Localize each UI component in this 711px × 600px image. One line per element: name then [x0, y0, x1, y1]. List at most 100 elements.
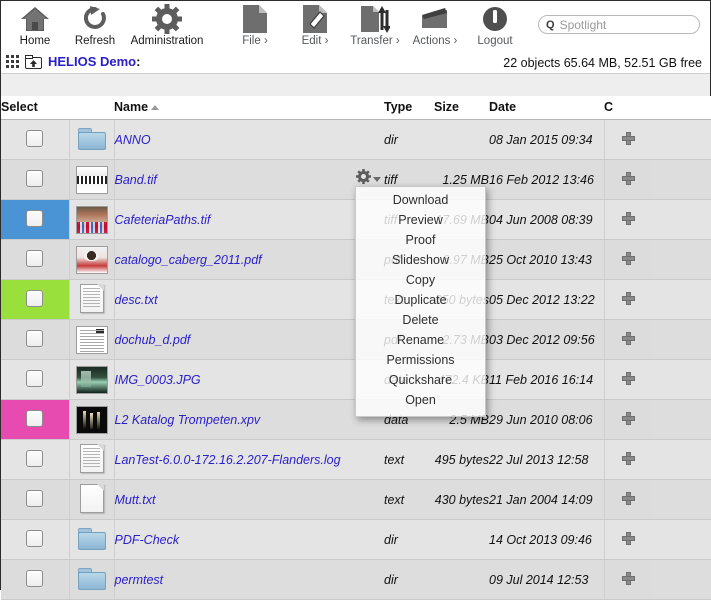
- row-name-cell[interactable]: ANNO: [114, 119, 384, 160]
- column-header-select[interactable]: Select: [1, 96, 69, 120]
- row-c-cell[interactable]: [603, 519, 652, 560]
- toolbar-button-home[interactable]: Home: [5, 1, 65, 47]
- file-name-link[interactable]: LanTest-6.0.0-172.16.2.207-Flanders.log: [115, 453, 341, 467]
- row-name-cell[interactable]: IMG_0003.JPG: [114, 359, 384, 400]
- add-plus-icon[interactable]: [621, 451, 635, 465]
- column-header-size[interactable]: Size: [434, 96, 489, 120]
- row-checkbox[interactable]: [26, 209, 44, 227]
- file-name-link[interactable]: Band.tif: [115, 173, 157, 187]
- breadcrumb-volume[interactable]: HELIOS Demo: [48, 54, 136, 69]
- row-select-cell[interactable]: [1, 319, 70, 360]
- row-checkbox[interactable]: [26, 569, 44, 587]
- row-c-cell[interactable]: [603, 319, 652, 360]
- add-plus-icon[interactable]: [621, 251, 635, 265]
- toolbar-button-transfer[interactable]: Transfer ›: [345, 1, 405, 47]
- row-name-cell[interactable]: Mutt.txt: [114, 479, 384, 520]
- toolbar-button-actions[interactable]: Actions ›: [405, 1, 465, 47]
- row-c-cell[interactable]: [603, 559, 652, 600]
- context-menu-item-copy[interactable]: Copy: [356, 271, 485, 291]
- file-name-link[interactable]: IMG_0003.JPG: [115, 373, 201, 387]
- file-name-link[interactable]: L2 Katalog Trompeten.xpv: [115, 413, 261, 427]
- row-checkbox[interactable]: [26, 369, 44, 387]
- row-name-cell[interactable]: CafeteriaPaths.tif: [114, 199, 384, 240]
- row-checkbox[interactable]: [26, 329, 44, 347]
- row-c-cell[interactable]: [603, 359, 652, 400]
- row-name-cell[interactable]: LanTest-6.0.0-172.16.2.207-Flanders.log: [114, 439, 384, 480]
- column-header-name[interactable]: Name: [114, 96, 384, 120]
- context-menu-item-slideshow[interactable]: Slideshow: [356, 251, 485, 271]
- row-name-cell[interactable]: permtest: [114, 559, 384, 600]
- toolbar-button-logout[interactable]: Logout: [465, 1, 525, 47]
- toolbar-button-administration[interactable]: Administration: [125, 1, 209, 47]
- row-select-cell[interactable]: [1, 399, 70, 440]
- file-name-link[interactable]: PDF-Check: [115, 533, 180, 547]
- toolbar-button-refresh[interactable]: Refresh: [65, 1, 125, 47]
- add-plus-icon[interactable]: [621, 491, 635, 505]
- file-name-link[interactable]: desc.txt: [115, 293, 158, 307]
- add-plus-icon[interactable]: [621, 331, 635, 345]
- row-select-cell[interactable]: [1, 279, 70, 320]
- row-name-cell[interactable]: L2 Katalog Trompeten.xpv: [114, 399, 384, 440]
- row-checkbox[interactable]: [26, 449, 44, 467]
- context-menu-item-rename[interactable]: Rename: [356, 331, 485, 351]
- column-header-type[interactable]: Type: [384, 96, 434, 120]
- row-checkbox[interactable]: [26, 529, 44, 547]
- row-checkbox[interactable]: [26, 489, 44, 507]
- context-menu-item-delete[interactable]: Delete: [356, 311, 485, 331]
- row-name-cell[interactable]: Band.tif: [114, 159, 384, 200]
- context-menu-item-proof[interactable]: Proof: [356, 231, 485, 251]
- file-name-link[interactable]: Mutt.txt: [115, 493, 156, 507]
- file-name-link[interactable]: CafeteriaPaths.tif: [115, 213, 211, 227]
- row-select-cell[interactable]: [1, 519, 70, 560]
- add-plus-icon[interactable]: [621, 291, 635, 305]
- row-select-cell[interactable]: [1, 559, 70, 600]
- toolbar-button-edit[interactable]: Edit ›: [285, 1, 345, 47]
- row-select-cell[interactable]: [1, 439, 70, 480]
- context-menu-item-duplicate[interactable]: Duplicate: [356, 291, 485, 311]
- file-name-link[interactable]: catalogo_caberg_2011.pdf: [115, 253, 262, 267]
- row-select-cell[interactable]: [1, 119, 70, 160]
- row-name-cell[interactable]: dochub_d.pdf: [114, 319, 384, 360]
- row-select-cell[interactable]: [1, 159, 70, 200]
- row-select-cell[interactable]: [1, 239, 70, 280]
- row-checkbox[interactable]: [26, 129, 44, 147]
- row-c-cell[interactable]: [603, 399, 652, 440]
- table-row[interactable]: PDF-Check dir 14 Oct 2013 09:46: [1, 519, 711, 560]
- context-menu-item-permissions[interactable]: Permissions: [356, 351, 485, 371]
- context-menu[interactable]: Download Preview Proof Slideshow Copy Duplica…: [355, 186, 486, 417]
- file-name-link[interactable]: ANNO: [115, 133, 151, 147]
- column-header-date[interactable]: Date: [489, 96, 604, 120]
- context-menu-item-download[interactable]: Download: [356, 191, 485, 211]
- row-checkbox[interactable]: [26, 289, 44, 307]
- row-name-cell[interactable]: PDF-Check: [114, 519, 384, 560]
- row-c-cell[interactable]: [603, 439, 652, 480]
- row-checkbox[interactable]: [26, 409, 44, 427]
- row-checkbox[interactable]: [26, 249, 44, 267]
- add-plus-icon[interactable]: [621, 371, 635, 385]
- add-plus-icon[interactable]: [621, 131, 635, 145]
- add-plus-icon[interactable]: [621, 531, 635, 545]
- up-folder-icon[interactable]: [25, 54, 42, 69]
- search-input[interactable]: Q Spotlight: [538, 15, 700, 34]
- row-select-cell[interactable]: [1, 359, 70, 400]
- context-menu-item-open[interactable]: Open: [356, 391, 485, 411]
- row-name-cell[interactable]: desc.txt: [114, 279, 384, 320]
- add-plus-icon[interactable]: [621, 411, 635, 425]
- table-row[interactable]: ANNO dir 08 Jan 2015 09:34: [1, 119, 711, 160]
- file-name-link[interactable]: permtest: [115, 573, 164, 587]
- row-c-cell[interactable]: [603, 159, 652, 200]
- table-row[interactable]: Mutt.txt text 430 bytes 21 Jan 2004 14:09: [1, 479, 711, 520]
- column-header-c[interactable]: C: [604, 96, 652, 120]
- grid-view-icon[interactable]: [6, 54, 20, 69]
- row-c-cell[interactable]: [603, 479, 652, 520]
- row-c-cell[interactable]: [603, 279, 652, 320]
- context-menu-item-preview[interactable]: Preview: [356, 211, 485, 231]
- add-plus-icon[interactable]: [621, 571, 635, 585]
- row-checkbox[interactable]: [26, 169, 44, 187]
- row-select-cell[interactable]: [1, 199, 70, 240]
- file-name-link[interactable]: dochub_d.pdf: [115, 333, 191, 347]
- context-menu-item-quickshare[interactable]: Quickshare: [356, 371, 485, 391]
- table-row[interactable]: LanTest-6.0.0-172.16.2.207-Flanders.log t…: [1, 439, 711, 480]
- row-c-cell[interactable]: [603, 239, 652, 280]
- row-c-cell[interactable]: [603, 119, 652, 160]
